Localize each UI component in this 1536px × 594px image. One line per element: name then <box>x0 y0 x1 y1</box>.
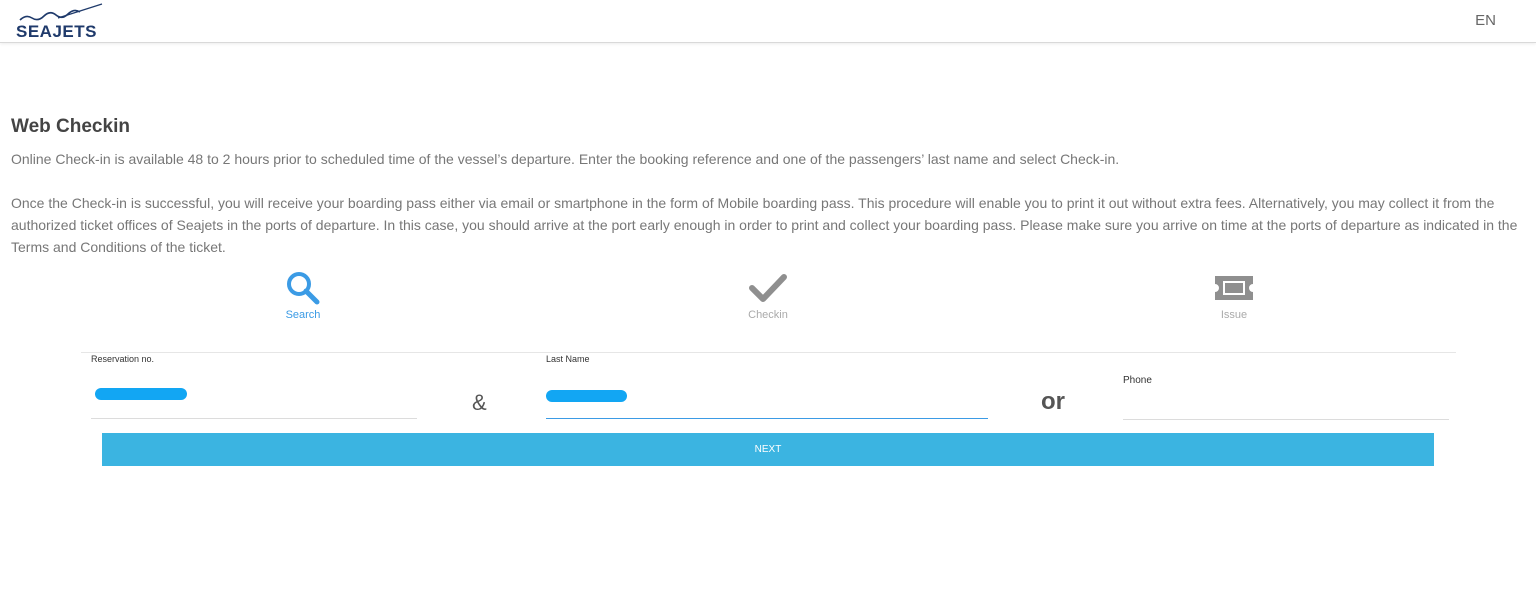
phone-label: Phone <box>1123 375 1152 386</box>
phone-field: Phone <box>1123 375 1449 420</box>
step-checkin-label: Checkin <box>748 309 788 321</box>
next-button[interactable]: NEXT <box>102 433 1434 466</box>
last-name-field: Last Name <box>546 354 988 419</box>
step-search[interactable]: Search <box>243 270 363 321</box>
or-separator: or <box>1041 388 1065 415</box>
language-selector[interactable]: EN <box>1475 12 1496 29</box>
search-icon <box>243 270 363 306</box>
redacted-value <box>95 388 187 400</box>
logo-waves-icon <box>19 3 103 21</box>
main-content: Web Checkin Online Check-in is available… <box>11 116 1529 258</box>
top-navbar: SEAJETS EN <box>0 0 1536 43</box>
step-issue[interactable]: Issue <box>1174 270 1294 321</box>
form-divider <box>81 352 1456 353</box>
step-checkin[interactable]: Checkin <box>708 270 828 321</box>
redacted-value <box>546 390 627 402</box>
phone-input[interactable] <box>1123 389 1449 420</box>
checkin-steps: Search Checkin Issue <box>0 270 1536 330</box>
info-paragraph: Once the Check-in is successful, you wil… <box>11 195 1518 255</box>
logo-text: SEAJETS <box>16 22 97 41</box>
ampersand-separator: & <box>472 390 487 415</box>
last-name-label: Last Name <box>546 354 590 364</box>
checkmark-icon <box>708 270 828 306</box>
ticket-icon <box>1174 270 1294 306</box>
step-search-label: Search <box>285 309 321 321</box>
reservation-label: Reservation no. <box>91 354 155 364</box>
seajets-logo[interactable]: SEAJETS <box>16 2 106 41</box>
page-title: Web Checkin <box>11 116 130 137</box>
step-issue-label: Issue <box>1220 309 1248 321</box>
reservation-field: Reservation no. <box>91 354 417 419</box>
intro-paragraph: Online Check-in is available 48 to 2 hou… <box>11 151 1120 167</box>
